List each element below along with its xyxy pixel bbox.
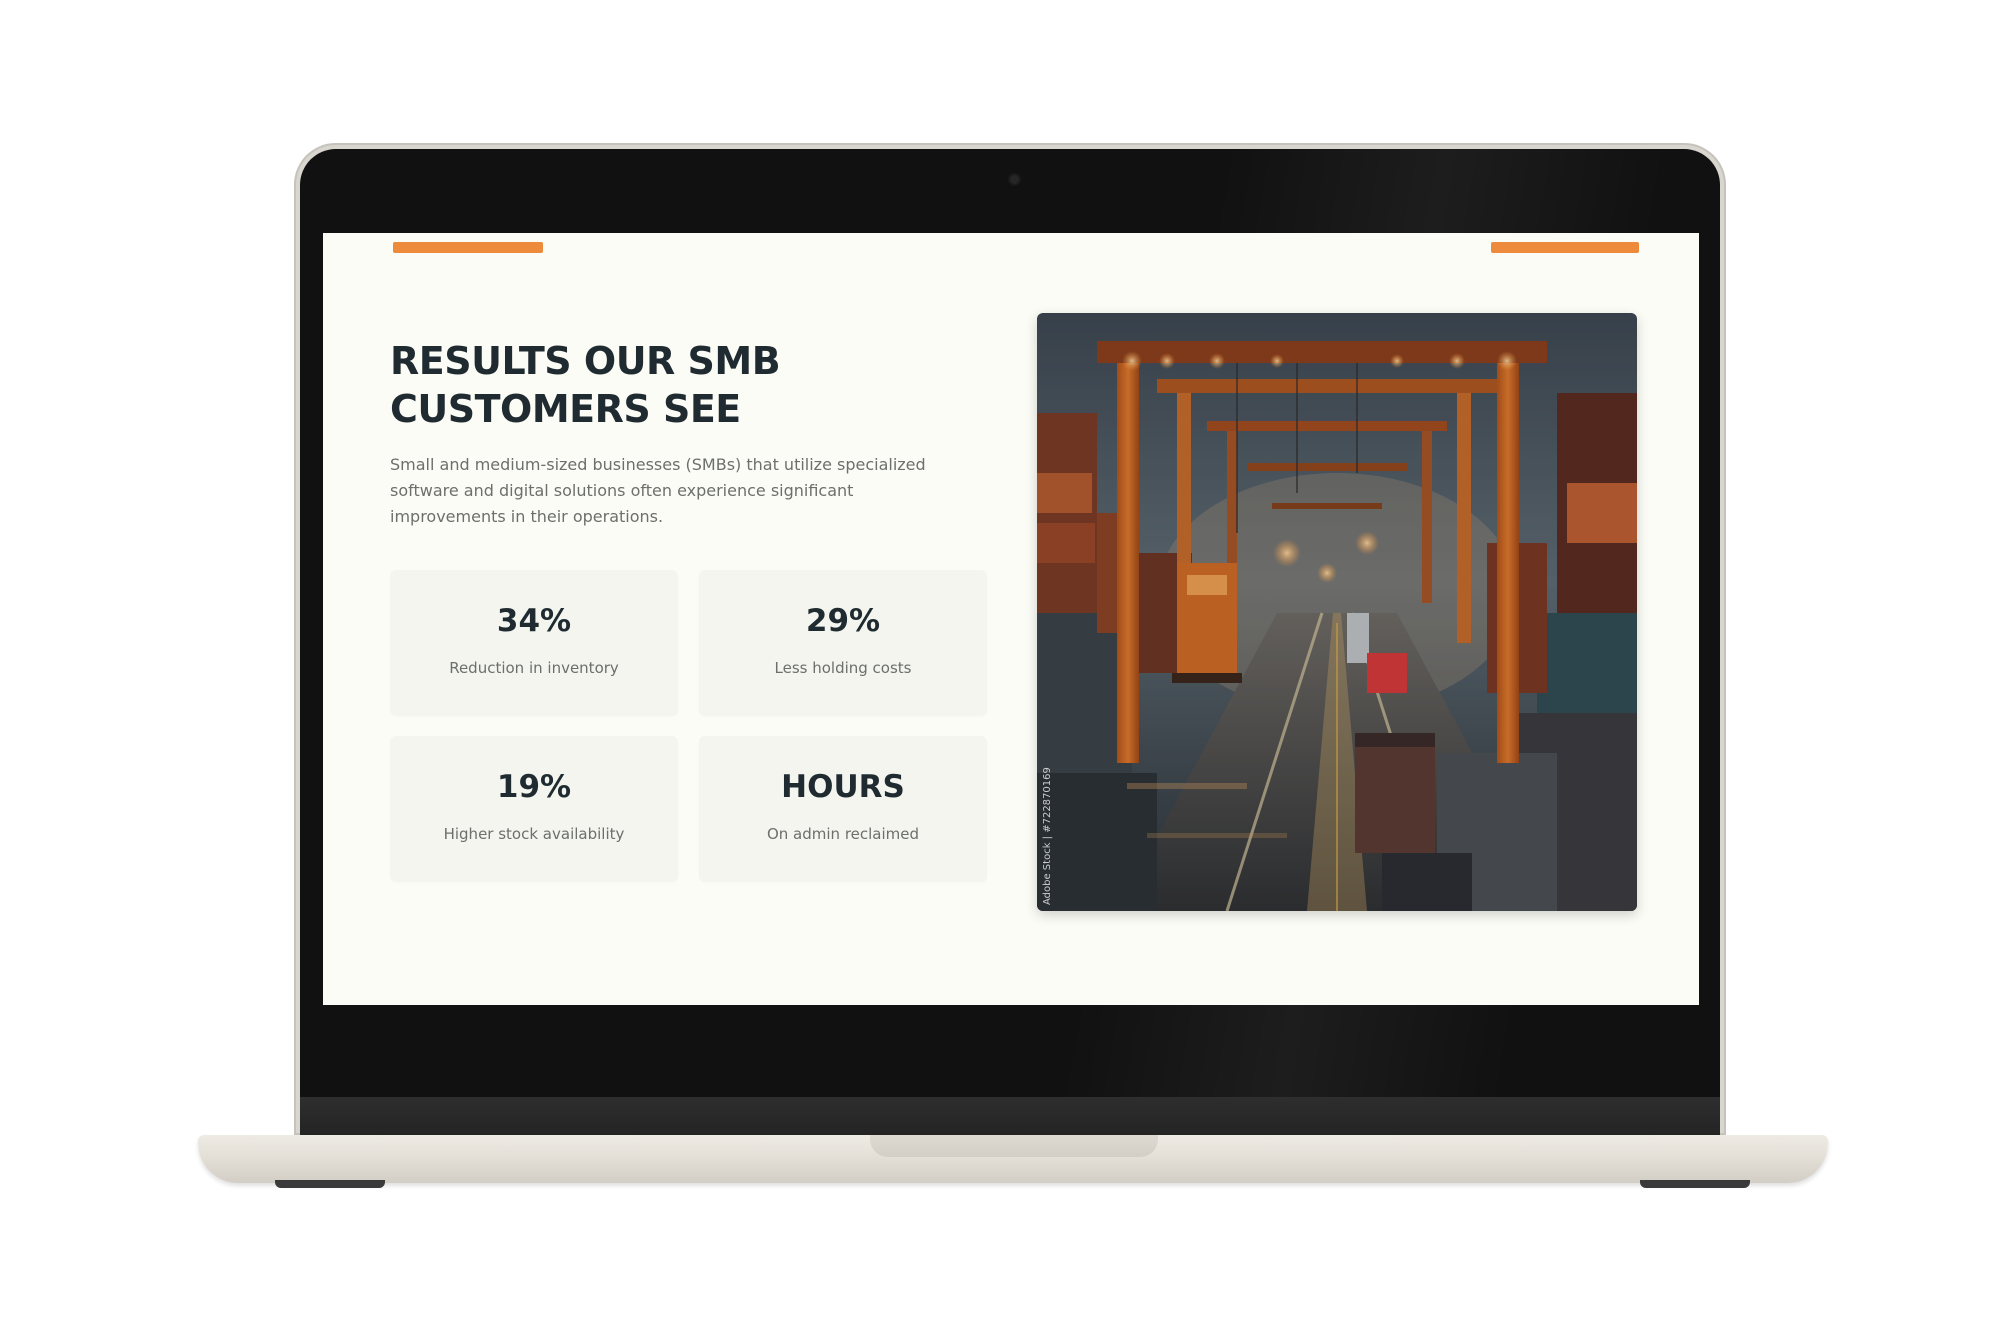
accent-bar-left: [393, 242, 543, 253]
image-watermark: Adobe Stock | #722870169: [1042, 767, 1053, 905]
port-logistics-photo: Adobe Stock | #722870169: [1037, 313, 1637, 911]
stat-value: HOURS: [781, 769, 905, 805]
stat-label: Higher stock availability: [443, 825, 625, 843]
stat-card-holding-costs: 29% Less holding costs: [699, 570, 987, 716]
slide-description: Small and medium-sized businesses (SMBs)…: [390, 455, 926, 526]
stat-label: Less holding costs: [774, 659, 912, 677]
stat-card-stock-availability: 19% Higher stock availability: [390, 736, 678, 882]
slide-screen: RESULTS OUR SMB CUSTOMERS SEE Small and …: [323, 233, 1699, 1005]
stat-label: Reduction in inventory: [449, 659, 619, 677]
stat-value: 34%: [496, 603, 572, 639]
slide-title: RESULTS OUR SMB CUSTOMERS SEE: [390, 337, 910, 433]
accent-bar-right: [1491, 242, 1639, 253]
stat-card-inventory: 34% Reduction in inventory: [390, 570, 678, 716]
product-mockup: RESULTS OUR SMB CUSTOMERS SEE Small and …: [0, 0, 2000, 1333]
stat-card-admin-hours: HOURS On admin reclaimed: [699, 736, 987, 882]
laptop-foot-right: [1640, 1180, 1750, 1188]
port-illustration: [1037, 313, 1637, 911]
laptop-foot-left: [275, 1180, 385, 1188]
slide-title-line-2: CUSTOMERS SEE: [390, 387, 741, 431]
trackpad-notch: [870, 1135, 1158, 1157]
laptop-base: [198, 1135, 1828, 1183]
webcam-icon: [1010, 175, 1019, 184]
bezel-chin: [300, 1097, 1720, 1135]
stat-value: 29%: [805, 603, 881, 639]
slide-title-line-1: RESULTS OUR SMB: [390, 339, 781, 383]
stat-value: 19%: [496, 769, 572, 805]
stats-grid: 34% Reduction in inventory 29% Less hold…: [390, 570, 998, 882]
stat-label: On admin reclaimed: [766, 825, 920, 843]
